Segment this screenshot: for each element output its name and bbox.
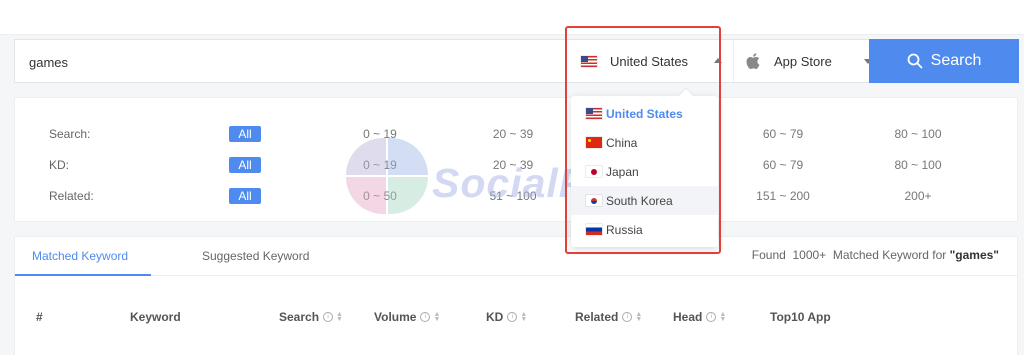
watermark-logo (346, 138, 430, 216)
country-option-japan[interactable]: Japan (571, 157, 718, 186)
search-icon (907, 53, 923, 69)
info-icon[interactable]: i (420, 312, 431, 322)
info-icon[interactable]: i (622, 312, 633, 322)
column-header-search-label: Search (279, 310, 320, 324)
column-header-kd-label: KD (486, 310, 504, 324)
filter-search-option[interactable]: 20 ~ 39 (473, 127, 553, 141)
apple-icon (746, 53, 760, 69)
country-option-south-korea[interactable]: South Korea (571, 186, 718, 215)
column-header-head[interactable]: Head i ▲ ▼ (673, 310, 726, 324)
ru-flag-icon (586, 224, 602, 235)
filter-label-kd: KD: (49, 158, 70, 172)
found-prefix: Found (751, 248, 786, 262)
info-icon[interactable]: i (323, 312, 334, 322)
filter-related-option[interactable]: 200+ (878, 189, 958, 203)
column-header-volume[interactable]: Volume i ▲ ▼ (374, 310, 440, 324)
column-header-kd[interactable]: KD i ▲ ▼ (486, 310, 527, 324)
country-select[interactable]: United States (571, 40, 722, 82)
info-icon[interactable]: i (507, 312, 518, 322)
country-option-label: Russia (606, 222, 643, 237)
filter-label-search: Search: (49, 127, 91, 141)
tab-suggested-keyword[interactable]: Suggested Keyword (202, 249, 309, 263)
found-query: "games" (949, 248, 999, 262)
country-option-china[interactable]: China (571, 128, 718, 157)
filter-search-option[interactable]: 80 ~ 100 (878, 127, 958, 141)
country-select-label: United States (610, 53, 689, 69)
active-tab-indicator (15, 274, 151, 276)
filter-search-all[interactable]: All (229, 126, 261, 142)
store-select[interactable]: App Store (733, 40, 872, 82)
sort-icon[interactable]: ▲ ▼ (520, 311, 527, 323)
column-header-search[interactable]: Search i ▲ ▼ (279, 310, 343, 324)
column-header-keyword: Keyword (130, 310, 181, 324)
country-option-label: United States (606, 106, 683, 121)
found-count: 1000+ (792, 248, 827, 262)
store-select-label: App Store (774, 53, 832, 69)
column-header-related-label: Related (575, 310, 619, 324)
keyword-search-input[interactable] (15, 40, 581, 84)
tab-matched-keyword[interactable]: Matched Keyword (32, 249, 128, 263)
filter-kd-all[interactable]: All (229, 157, 261, 173)
jp-flag-icon (586, 166, 602, 177)
filter-kd-option[interactable]: 60 ~ 79 (743, 158, 823, 172)
filter-kd-option[interactable]: 80 ~ 100 (878, 158, 958, 172)
top-header-band (0, 0, 1024, 35)
filter-label-related: Related: (49, 189, 94, 203)
kr-flag-icon (586, 195, 602, 206)
found-middle: Matched Keyword for (832, 248, 947, 262)
column-header-volume-label: Volume (374, 310, 417, 324)
info-icon[interactable]: i (706, 312, 717, 322)
sort-icon[interactable]: ▲ ▼ (433, 311, 440, 323)
search-button[interactable]: Search (869, 39, 1019, 83)
filter-search-option[interactable]: 60 ~ 79 (743, 127, 823, 141)
country-option-label: South Korea (606, 193, 673, 208)
us-flag-icon (581, 55, 597, 67)
sort-icon[interactable]: ▲ ▼ (719, 311, 726, 323)
country-option-label: Japan (606, 164, 639, 179)
column-header-rank: # (36, 310, 43, 324)
sort-icon[interactable]: ▲ ▼ (336, 311, 343, 323)
search-bar: United States App Store Search (14, 39, 1019, 84)
filter-related-all[interactable]: All (229, 188, 261, 204)
tabs-divider (15, 275, 1017, 276)
results-panel: Matched Keyword Suggested Keyword Found … (14, 236, 1018, 355)
cn-flag-icon (586, 137, 602, 148)
country-option-united-states[interactable]: United States (571, 99, 718, 128)
country-option-russia[interactable]: Russia (571, 215, 718, 244)
column-header-top10-app: Top10 App (770, 310, 831, 324)
caret-up-icon (714, 58, 722, 63)
country-dropdown: United States China Japan South Korea Ru… (571, 88, 718, 247)
column-header-related[interactable]: Related i ▲ ▼ (575, 310, 642, 324)
column-header-head-label: Head (673, 310, 703, 324)
sort-icon[interactable]: ▲ ▼ (635, 311, 642, 323)
country-option-label: China (606, 135, 638, 150)
results-count: Found 1000+ Matched Keyword for "games" (752, 248, 999, 262)
filter-related-option[interactable]: 151 ~ 200 (743, 189, 823, 203)
search-button-label: Search (930, 52, 982, 69)
us-flag-icon (586, 108, 602, 119)
